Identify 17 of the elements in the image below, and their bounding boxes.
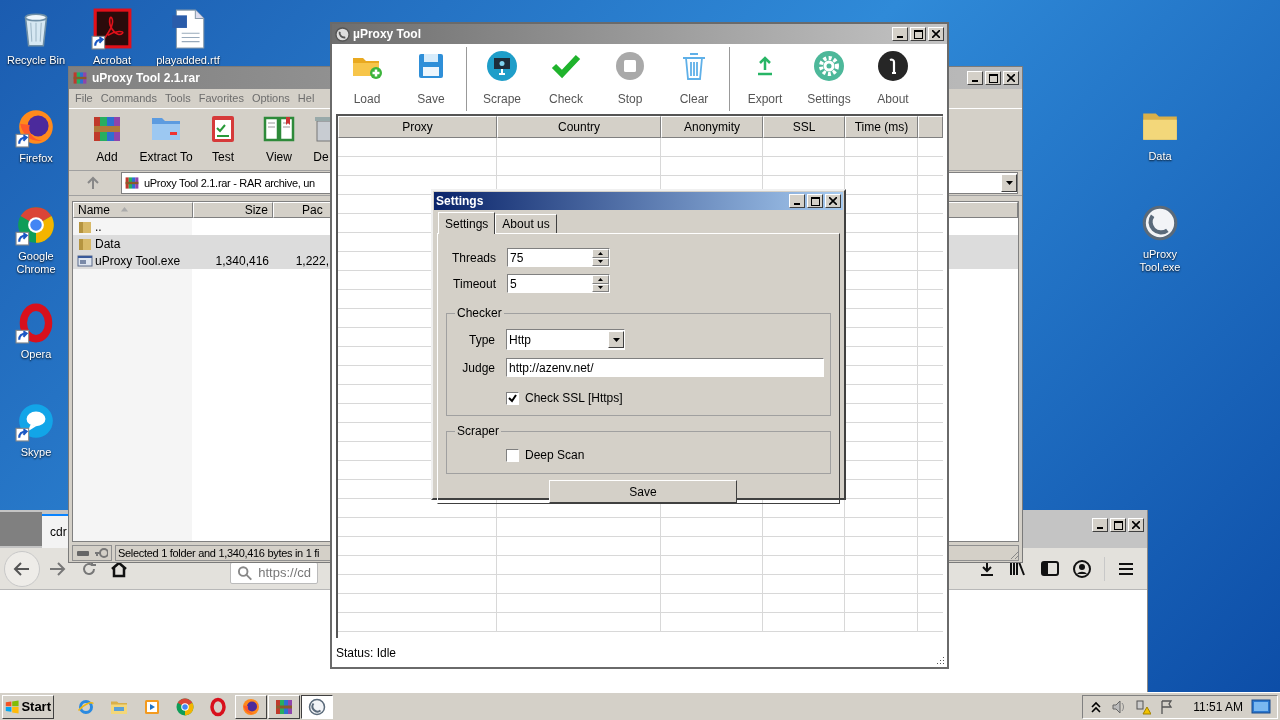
window-title: µProxy Tool — [353, 26, 422, 43]
field-label: Timeout — [452, 275, 496, 293]
window-title: uProxy Tool 2.1.rar — [92, 70, 200, 87]
status-text: Selected 1 folder and 1,340,416 bytes in 1 fi — [118, 545, 320, 561]
field-label: Type — [468, 331, 495, 349]
window-title: Settings — [436, 193, 484, 210]
group-label: Scraper — [456, 423, 501, 440]
packed-size: 1,222, — [294, 252, 329, 270]
file-size: 1,340,416 — [214, 252, 270, 270]
status-text: Status: Idle — [336, 644, 397, 662]
file-name: Data — [95, 235, 121, 253]
field-label: Threads — [450, 249, 496, 267]
field-label: Judge — [461, 359, 495, 377]
clock: 11:51 AM — [1193, 698, 1243, 716]
file-name: uProxy Tool.exe — [95, 252, 181, 270]
file-name: .. — [95, 218, 102, 236]
group-label: Checker — [456, 305, 503, 322]
